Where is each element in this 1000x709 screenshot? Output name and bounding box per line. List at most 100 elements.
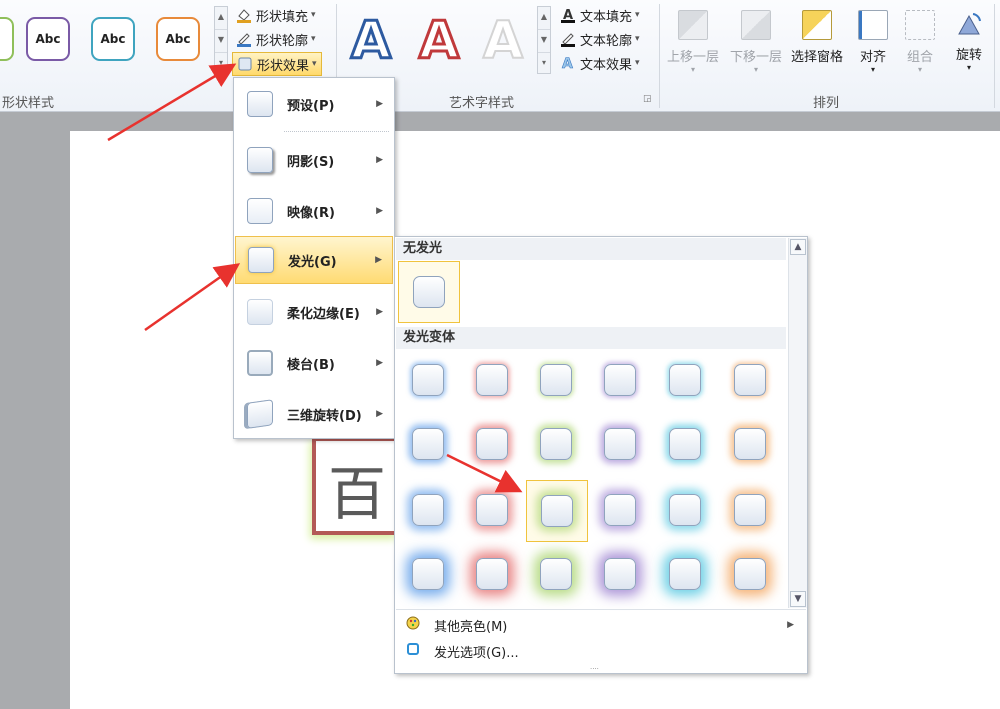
preset-icon xyxy=(247,91,273,117)
glow-swatch-icon xyxy=(476,558,508,590)
selected-shape[interactable]: 百 xyxy=(312,437,398,535)
shape-style-thumb-2[interactable]: Abc xyxy=(91,17,135,61)
glow-variant-r2-c3[interactable] xyxy=(526,414,588,476)
submenu-arrow-icon: ▶ xyxy=(376,307,383,317)
shape-style-thumb-3[interactable]: Abc xyxy=(156,17,200,61)
menu-item-glow[interactable]: 发光(G) ▶ xyxy=(235,236,393,284)
glow-swatch-icon xyxy=(734,364,766,396)
glow-variant-r3-c6[interactable] xyxy=(720,480,782,542)
menu-item-shadow[interactable]: 阴影(S) ▶ xyxy=(235,137,393,183)
glow-variant-r4-c2[interactable] xyxy=(462,544,524,606)
group-label-wordart: 艺术字样式 xyxy=(449,96,515,111)
glow-variant-r4-c5[interactable] xyxy=(655,544,717,606)
glow-swatch-icon xyxy=(540,364,572,396)
wordart-style-red[interactable]: A xyxy=(410,13,468,70)
send-backward-icon xyxy=(741,10,771,40)
selection-pane-button[interactable]: 选择窗格 xyxy=(788,4,846,65)
shape-effects-button[interactable]: 形状效果 ▾ xyxy=(232,52,322,76)
text-fill-button[interactable]: A 文本填充 ▾ xyxy=(560,4,640,26)
glow-icon xyxy=(248,247,274,273)
glow-swatch-icon xyxy=(476,364,508,396)
glow-variant-r3-c4[interactable] xyxy=(590,480,652,542)
scroll-up-icon[interactable]: ▲ xyxy=(790,239,806,255)
glow-variant-r2-c1[interactable] xyxy=(398,414,460,476)
rotate-button[interactable]: 旋转 ▾ xyxy=(940,4,998,72)
menu-item-bevel[interactable]: 棱台(B) ▶ xyxy=(235,340,393,386)
bevel-icon xyxy=(247,350,273,376)
glow-variant-r1-c3[interactable] xyxy=(526,350,588,412)
scroll-down-icon[interactable]: ▼ xyxy=(790,591,806,607)
glow-swatch-icon xyxy=(734,558,766,590)
wordart-gallery-scroll[interactable]: ▲ ▼ ▾ xyxy=(537,6,551,74)
submenu-arrow-icon: ▶ xyxy=(376,206,383,216)
scroll-down-icon[interactable]: ▼ xyxy=(215,30,227,53)
glow-none-option[interactable] xyxy=(398,261,460,323)
dialog-launcher-icon[interactable]: ◲ xyxy=(643,94,652,104)
text-outline-icon xyxy=(560,31,576,47)
glow-swatch-icon xyxy=(669,428,701,460)
glow-swatch-icon xyxy=(669,494,701,526)
glow-swatch-icon xyxy=(604,494,636,526)
glow-variant-r2-c2[interactable] xyxy=(462,414,524,476)
send-backward-button[interactable]: 下移一层 ▾ xyxy=(727,4,785,74)
scroll-up-icon[interactable]: ▲ xyxy=(215,7,227,30)
glow-variant-r4-c4[interactable] xyxy=(590,544,652,606)
glow-variant-r3-c3[interactable] xyxy=(526,480,588,542)
submenu-arrow-icon: ▶ xyxy=(376,409,383,419)
dropdown-arrow-icon: ▾ xyxy=(311,10,316,20)
shape-styles-gallery-scroll[interactable]: ▲ ▼ ▾ xyxy=(214,6,228,74)
glow-options-icon xyxy=(400,642,426,660)
menu-item-reflection[interactable]: 映像(R) ▶ xyxy=(235,188,393,234)
bring-forward-button[interactable]: 上移一层 ▾ xyxy=(664,4,722,74)
pencil-icon xyxy=(236,31,252,47)
glow-swatch-icon xyxy=(412,494,444,526)
glow-swatch-icon xyxy=(604,364,636,396)
gallery-scrollbar[interactable]: ▲ ▼ xyxy=(788,238,807,608)
glow-variant-r3-c1[interactable] xyxy=(398,480,460,542)
glow-variant-r1-c5[interactable] xyxy=(655,350,717,412)
resize-grip-icon[interactable]: ···· xyxy=(590,665,599,673)
glow-variant-r1-c4[interactable] xyxy=(590,350,652,412)
shape-fill-button[interactable]: 形状填充 ▾ xyxy=(236,4,316,26)
glow-variant-r1-c6[interactable] xyxy=(720,350,782,412)
dropdown-arrow-icon: ▾ xyxy=(635,58,640,68)
shape-style-thumb-partial[interactable] xyxy=(0,17,14,61)
more-glow-colors-item[interactable]: 其他亮色(M) ▶ xyxy=(396,612,804,638)
gallery-more-icon[interactable]: ▾ xyxy=(215,53,227,75)
glow-swatch-icon xyxy=(540,428,572,460)
wordart-style-white[interactable]: A xyxy=(474,13,532,69)
glow-variant-r1-c1[interactable] xyxy=(398,350,460,412)
glow-swatch-icon xyxy=(604,428,636,460)
section-header-glow-variations: 发光变体 xyxy=(396,327,786,349)
glow-swatch-icon xyxy=(412,558,444,590)
text-fill-icon: A xyxy=(560,7,576,23)
glow-swatch-icon xyxy=(734,494,766,526)
glow-variant-r4-c3[interactable] xyxy=(526,544,588,606)
glow-options-item[interactable]: 发光选项(G)... xyxy=(396,638,804,664)
glow-variant-r3-c5[interactable] xyxy=(655,480,717,542)
gallery-more-icon[interactable]: ▾ xyxy=(538,53,550,75)
menu-item-soft-edges[interactable]: 柔化边缘(E) ▶ xyxy=(235,289,393,335)
glow-swatch-icon xyxy=(669,364,701,396)
dropdown-arrow-icon: ▾ xyxy=(635,10,640,20)
text-outline-button[interactable]: 文本轮廓 ▾ xyxy=(560,28,640,50)
glow-variant-r1-c2[interactable] xyxy=(462,350,524,412)
glow-variant-r4-c6[interactable] xyxy=(720,544,782,606)
group-label-shape-styles: 形状样式 xyxy=(2,96,55,111)
glow-variant-r2-c6[interactable] xyxy=(720,414,782,476)
wordart-style-blue[interactable]: A xyxy=(342,13,400,70)
shape-outline-button[interactable]: 形状轮廓 ▾ xyxy=(236,28,316,50)
scroll-up-icon[interactable]: ▲ xyxy=(538,7,550,30)
ribbon: Abc Abc Abc ▲ ▼ ▾ 形状填充 ▾ 形状轮廓 ▾ 形状效果 ▾ 形状样式 A… xyxy=(0,0,1000,112)
glow-variant-r2-c4[interactable] xyxy=(590,414,652,476)
menu-item-3d-rotation[interactable]: 三维旋转(D) ▶ xyxy=(235,391,393,437)
text-effects-button[interactable]: A 文本效果 ▾ xyxy=(560,52,640,74)
scroll-down-icon[interactable]: ▼ xyxy=(538,30,550,53)
shape-style-thumb-1[interactable]: Abc xyxy=(26,17,70,61)
panel-divider xyxy=(396,609,806,610)
glow-variant-r2-c5[interactable] xyxy=(655,414,717,476)
glow-variant-r3-c2[interactable] xyxy=(462,480,524,542)
glow-swatch-icon xyxy=(669,558,701,590)
menu-item-preset[interactable]: 预设(P) ▶ xyxy=(235,81,393,127)
glow-variant-r4-c1[interactable] xyxy=(398,544,460,606)
